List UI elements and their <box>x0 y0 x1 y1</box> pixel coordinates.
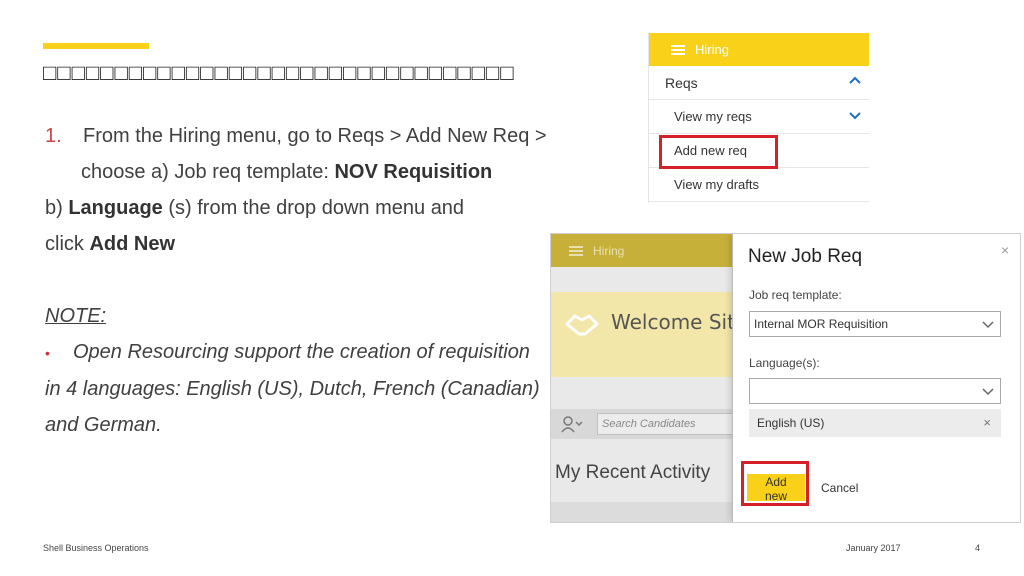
language-chip: English (US) × <box>749 409 1001 437</box>
hamburger-icon <box>671 44 685 55</box>
user-dropdown-icon[interactable] <box>561 415 583 433</box>
handshake-icon <box>565 314 599 336</box>
template-label: Job req template: <box>749 288 842 302</box>
step-line-4: click Add New <box>45 233 176 255</box>
note-line-3: and German. <box>45 413 162 436</box>
step-line-2: choose a) Job req template: NOV Requisit… <box>81 161 493 183</box>
highlight-add-new-req <box>659 135 778 169</box>
instruction-text: 1. From the Hiring menu, go to Reqs > Add… <box>45 118 565 443</box>
accent-bar <box>43 43 149 49</box>
step-line-3: b) Language (s) from the drop down menu … <box>45 197 465 219</box>
cancel-button[interactable]: Cancel <box>815 474 864 501</box>
close-icon[interactable]: × <box>1001 242 1009 258</box>
bg-strip <box>551 502 751 522</box>
note-line-1: • Open Resourcing support the creation of… <box>45 334 565 371</box>
template-select[interactable]: Internal MOR Requisition <box>749 311 1001 337</box>
step-line-1: 1. From the Hiring menu, go to Reqs > Add… <box>45 118 565 154</box>
chevron-down-icon <box>982 321 994 329</box>
menu-item-view-my-reqs[interactable]: View my reqs <box>649 100 869 134</box>
page-number: 4 <box>975 543 981 553</box>
chevron-down-icon <box>849 112 861 120</box>
step-number: 1. <box>45 125 62 147</box>
menu-item-view-my-drafts[interactable]: View my drafts <box>649 168 869 202</box>
highlight-add-new-button <box>741 461 809 506</box>
language-label: Language(s): <box>749 356 820 370</box>
bullet-icon: • <box>45 344 50 361</box>
recent-activity-heading: My Recent Activity <box>555 462 711 483</box>
note-line-2: in 4 languages: English (US), Dutch, Fre… <box>45 377 540 400</box>
hamburger-icon <box>569 245 583 256</box>
language-select[interactable] <box>749 378 1001 404</box>
chevron-down-icon <box>982 388 994 396</box>
dialog-title: New Job Req <box>748 246 863 267</box>
remove-chip-icon[interactable]: × <box>983 409 991 437</box>
note-block: NOTE: • Open Resourcing support the creat… <box>45 298 565 443</box>
slide-title: □□□□□□□□□□□□□□□□□□□□□□□□□□□□□□□□□ <box>43 60 515 85</box>
search-candidates-input[interactable]: Search Candidates <box>597 413 747 435</box>
note-heading: NOTE: <box>45 305 107 327</box>
welcome-banner: Welcome Siti Nu <box>551 292 775 377</box>
hiring-menu-header[interactable]: Hiring <box>649 33 869 66</box>
hiring-menu-screenshot: Hiring Reqs View my reqs Add new req Vie… <box>648 33 869 203</box>
footer-company: Shell Business Operations <box>43 543 149 553</box>
menu-item-reqs[interactable]: Reqs <box>649 66 869 100</box>
candidate-search-bar: Search Candidates <box>551 409 751 439</box>
chevron-up-icon <box>849 76 861 84</box>
footer-date: January 2017 <box>846 543 901 553</box>
